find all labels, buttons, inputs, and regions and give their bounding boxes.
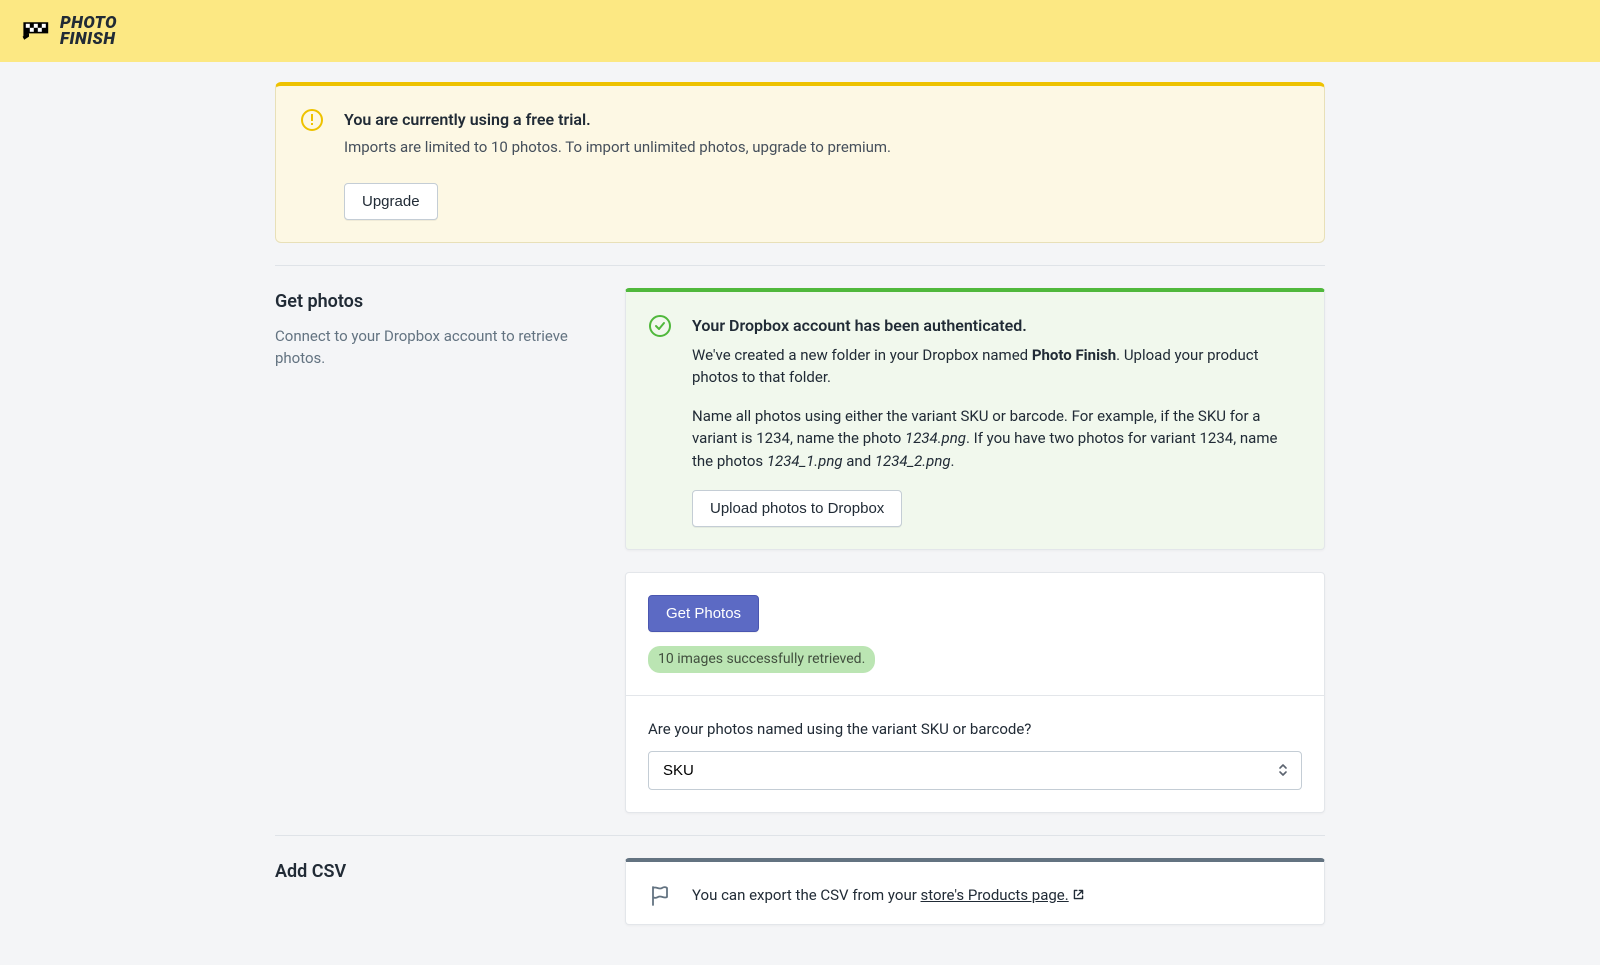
- logo-line2: FINISH: [60, 31, 117, 47]
- auth-card-naming: Name all photos using either the variant…: [692, 405, 1302, 473]
- naming-select[interactable]: SKU: [648, 751, 1302, 790]
- get-photos-card: Get Photos 10 images successfully retrie…: [625, 572, 1325, 813]
- trial-banner: You are currently using a free trial. Im…: [275, 82, 1325, 243]
- trial-banner-title: You are currently using a free trial.: [344, 108, 1300, 132]
- header-bar: PHOTO FINISH: [0, 0, 1600, 62]
- get-photos-subtext: Connect to your Dropbox account to retri…: [275, 325, 585, 370]
- flag-outline-icon: [648, 884, 672, 908]
- get-photos-heading: Get photos: [275, 288, 585, 315]
- flag-icon: [20, 19, 54, 43]
- upload-dropbox-button[interactable]: Upload photos to Dropbox: [692, 490, 902, 527]
- auth-card-title: Your Dropbox account has been authentica…: [692, 314, 1302, 338]
- products-page-link[interactable]: store's Products page.: [921, 886, 1069, 904]
- upgrade-button[interactable]: Upgrade: [344, 183, 438, 220]
- retrieval-status-badge: 10 images successfully retrieved.: [648, 646, 875, 673]
- csv-export-text: You can export the CSV from your store's…: [692, 884, 1302, 907]
- naming-select-label: Are your photos named using the variant …: [648, 718, 1302, 741]
- dropbox-auth-card: Your Dropbox account has been authentica…: [625, 288, 1325, 551]
- external-link-icon: [1072, 888, 1085, 901]
- trial-banner-desc: Imports are limited to 10 photos. To imp…: [344, 136, 1300, 159]
- get-photos-button[interactable]: Get Photos: [648, 595, 759, 632]
- auth-card-desc: We've created a new folder in your Dropb…: [692, 344, 1302, 389]
- logo: PHOTO FINISH: [20, 15, 117, 47]
- logo-text: PHOTO FINISH: [60, 15, 117, 47]
- add-csv-heading: Add CSV: [275, 858, 585, 885]
- success-check-icon: [648, 314, 672, 338]
- warning-icon: [300, 108, 324, 132]
- add-csv-card: You can export the CSV from your store's…: [625, 858, 1325, 926]
